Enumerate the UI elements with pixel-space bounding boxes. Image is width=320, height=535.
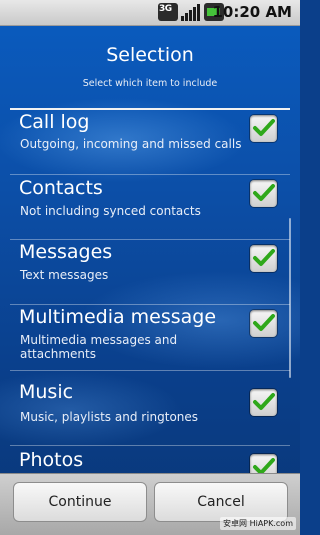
- list-item-call-log[interactable]: Call log Outgoing, incoming and missed c…: [0, 110, 300, 175]
- item-description: Not including synced contacts: [20, 204, 201, 218]
- check-icon: [253, 458, 275, 473]
- cancel-button[interactable]: Cancel: [154, 482, 288, 522]
- item-description: Text messages: [20, 268, 109, 282]
- list-item-messages[interactable]: Messages Text messages: [0, 240, 300, 305]
- checkbox-contacts[interactable]: [250, 180, 277, 207]
- page-title: Selection: [106, 44, 194, 66]
- watermark: 安卓网 HiAPK.com: [220, 517, 296, 530]
- list-scrollbar[interactable]: [289, 218, 291, 378]
- item-label: Multimedia message: [19, 306, 217, 328]
- checkbox-call-log[interactable]: [250, 115, 277, 142]
- list-item-contacts[interactable]: Contacts Not including synced contacts: [0, 175, 300, 240]
- check-icon: [253, 184, 275, 201]
- item-label: Messages: [19, 241, 113, 263]
- item-label: Photos: [19, 449, 84, 471]
- item-description: Outgoing, incoming and missed calls: [20, 137, 242, 151]
- list-item-music[interactable]: Music Music, playlists and ringtones: [0, 371, 300, 446]
- checkbox-photos[interactable]: [250, 454, 277, 473]
- status-time: 10:20 AM: [212, 3, 292, 21]
- signal-strength-icon: [180, 3, 200, 21]
- item-description: Multimedia messages and attachments: [20, 333, 178, 361]
- checkbox-music[interactable]: [250, 389, 277, 416]
- check-icon: [253, 314, 275, 331]
- check-icon: [253, 249, 275, 266]
- item-description: Music, playlists and ringtones: [20, 410, 199, 424]
- check-icon: [253, 393, 275, 410]
- item-label: Music: [19, 381, 74, 403]
- check-icon: [253, 119, 275, 136]
- item-label: Call log: [19, 111, 90, 133]
- network-3g-icon: 3G: [158, 3, 178, 21]
- page-subtitle: Select which item to include: [82, 78, 218, 89]
- button-bar: Continue Cancel 安卓网 HiAPK.com: [0, 473, 300, 535]
- checkbox-messages[interactable]: [250, 245, 277, 272]
- item-list[interactable]: Call log Outgoing, incoming and missed c…: [0, 110, 300, 473]
- item-label: Contacts: [19, 177, 103, 199]
- list-item-multimedia-message[interactable]: Multimedia message Multimedia messages a…: [0, 305, 300, 371]
- list-item-photos[interactable]: Photos: [0, 446, 300, 473]
- continue-button[interactable]: Continue: [13, 482, 147, 522]
- checkbox-multimedia-message[interactable]: [250, 310, 277, 337]
- status-bar: 3G 10:20 AM: [0, 0, 300, 26]
